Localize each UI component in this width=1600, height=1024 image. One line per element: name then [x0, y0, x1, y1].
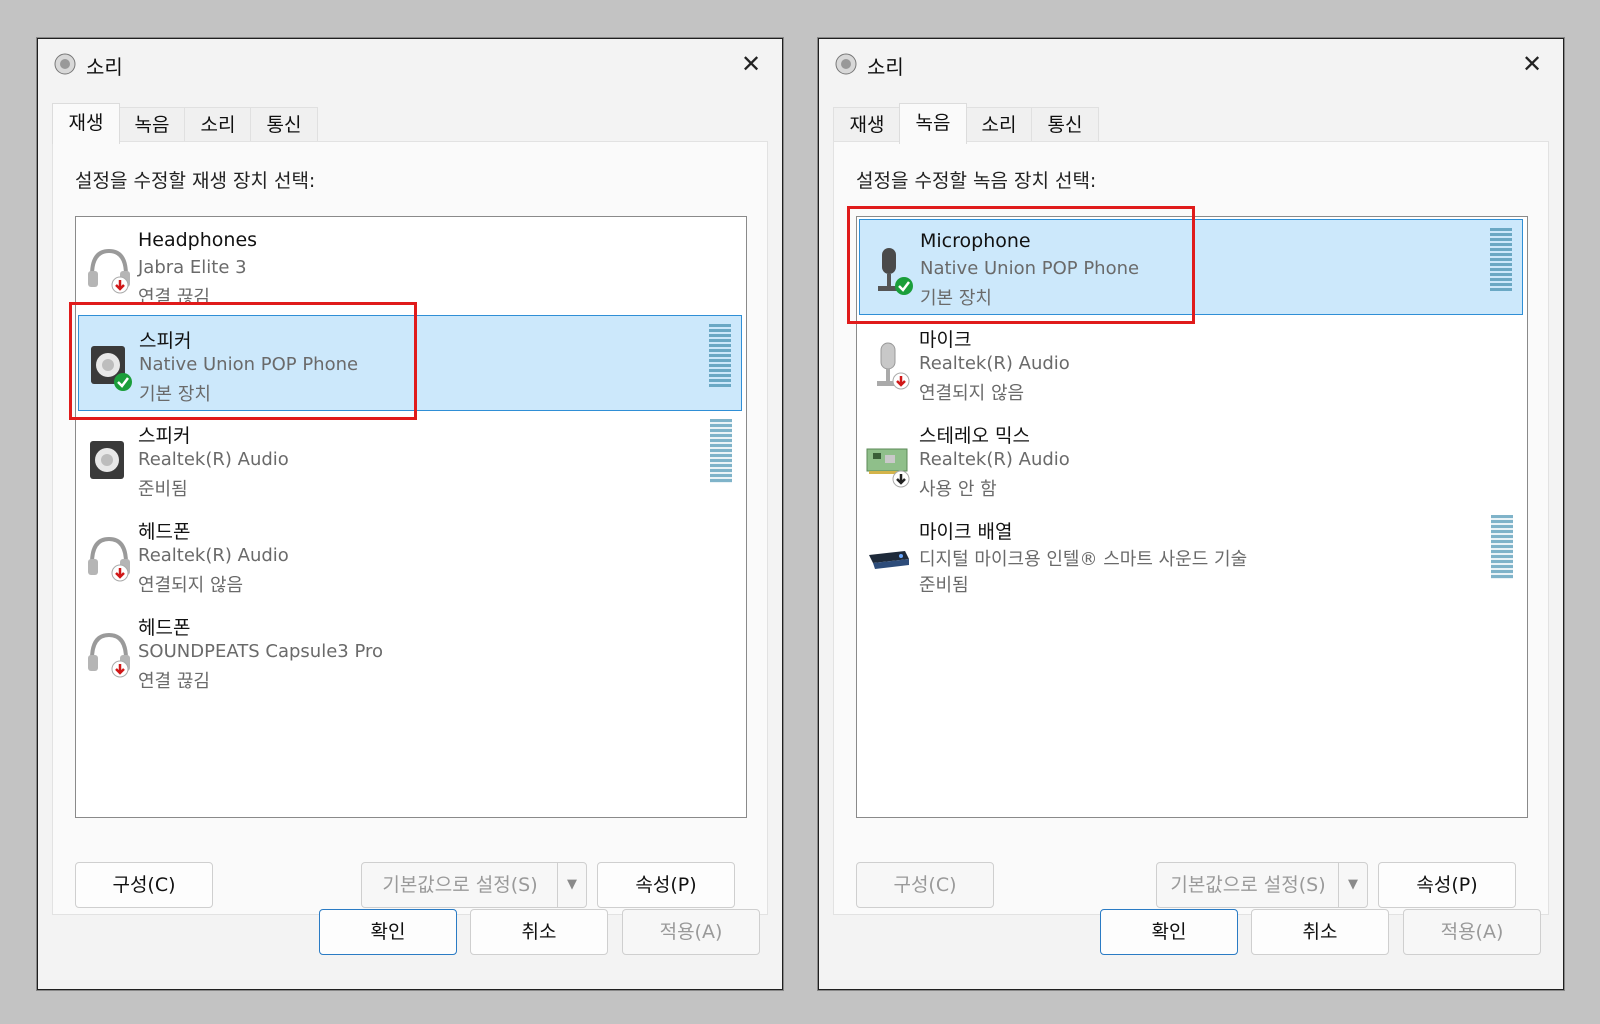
device-status: 연결되지 않음	[138, 575, 244, 596]
device-status: 준비됨	[919, 575, 969, 596]
level-meter	[1490, 228, 1512, 292]
device-item-headphones-soundpeats[interactable]: 헤드폰 SOUNDPEATS Capsule3 Pro 연결 끊김	[78, 603, 742, 699]
tab-communications[interactable]: 통신	[1031, 107, 1099, 142]
set-default-label: 기본값으로 설정(S)	[382, 874, 538, 896]
device-name: 헤드폰	[138, 521, 191, 543]
device-name: 헤드폰	[138, 617, 191, 639]
device-status: 연결 끊김	[138, 671, 210, 692]
level-meter	[710, 419, 732, 483]
device-item-microphone-pop-phone[interactable]: Microphone Native Union POP Phone 기본 장치	[859, 219, 1523, 315]
sound-dialog-playback: 소리 ✕ 재생 녹음 소리 통신 설정을 수정할 재생 장치 선택: Headp…	[37, 38, 783, 990]
tab-panel: 설정을 수정할 재생 장치 선택: Headphones Jabra Elite…	[52, 141, 768, 915]
tab-recording[interactable]: 녹음	[899, 103, 967, 144]
tab-communications[interactable]: 통신	[250, 107, 318, 142]
device-description: Native Union POP Phone	[139, 354, 359, 375]
device-name: 스테레오 믹스	[919, 425, 1030, 447]
device-list: Headphones Jabra Elite 3 연결 끊김 스피커 Nativ…	[75, 216, 747, 818]
device-status: 기본 장치	[139, 384, 211, 405]
device-description: Realtek(R) Audio	[138, 449, 289, 470]
speaker-app-icon	[54, 53, 76, 75]
apply-button[interactable]: 적용(A)	[1403, 909, 1541, 955]
close-button[interactable]: ✕	[734, 49, 768, 79]
device-description: SOUNDPEATS Capsule3 Pro	[138, 641, 383, 662]
device-name: 마이크 배열	[919, 521, 1013, 543]
properties-button[interactable]: 속성(P)	[1378, 862, 1516, 908]
device-name: 스피커	[139, 330, 192, 352]
device-status: 준비됨	[138, 479, 188, 500]
device-description: Realtek(R) Audio	[919, 449, 1070, 470]
chevron-down-icon[interactable]: ▼	[557, 863, 586, 907]
device-status: 사용 안 함	[919, 479, 997, 500]
set-default-label: 기본값으로 설정(S)	[1170, 874, 1326, 896]
title-bar[interactable]: 소리 ✕	[819, 39, 1563, 91]
device-status: 연결 끊김	[138, 287, 210, 308]
device-list: Microphone Native Union POP Phone 기본 장치 …	[856, 216, 1528, 818]
sound-card-icon	[866, 448, 910, 488]
tab-sounds[interactable]: 소리	[965, 107, 1033, 142]
headphones-icon	[88, 632, 130, 678]
device-description: Realtek(R) Audio	[919, 353, 1070, 374]
set-default-button[interactable]: 기본값으로 설정(S) ▼	[361, 862, 587, 908]
cancel-button[interactable]: 취소	[1251, 909, 1389, 955]
set-default-button[interactable]: 기본값으로 설정(S) ▼	[1156, 862, 1368, 908]
device-status: 기본 장치	[920, 288, 992, 309]
device-item-headphones-jabra[interactable]: Headphones Jabra Elite 3 연결 끊김	[78, 219, 742, 315]
device-name: Microphone	[920, 230, 1031, 252]
device-description: Native Union POP Phone	[920, 258, 1140, 279]
apply-button[interactable]: 적용(A)	[622, 909, 760, 955]
device-item-stereo-mix[interactable]: 스테레오 믹스 Realtek(R) Audio 사용 안 함	[859, 411, 1523, 507]
chevron-down-icon[interactable]: ▼	[1338, 863, 1367, 907]
instruction-label: 설정을 수정할 녹음 장치 선택:	[856, 170, 1097, 192]
cancel-button[interactable]: 취소	[470, 909, 608, 955]
mic-array-icon	[869, 551, 909, 569]
device-description: Realtek(R) Audio	[138, 545, 289, 566]
microphone-icon	[877, 342, 910, 390]
configure-button[interactable]: 구성(C)	[856, 862, 994, 908]
device-name: Headphones	[138, 229, 258, 251]
headphones-icon	[88, 248, 130, 294]
tab-sounds[interactable]: 소리	[184, 107, 252, 142]
device-description: 디지털 마이크용 인텔® 스마트 사운드 기술	[919, 549, 1248, 570]
tab-playback[interactable]: 재생	[833, 107, 901, 142]
configure-button[interactable]: 구성(C)	[75, 862, 213, 908]
ok-button[interactable]: 확인	[1100, 909, 1238, 955]
close-button[interactable]: ✕	[1515, 49, 1549, 79]
level-meter	[1491, 515, 1513, 579]
device-item-speaker-pop-phone[interactable]: 스피커 Native Union POP Phone 기본 장치	[78, 315, 742, 411]
device-item-speaker-realtek[interactable]: 스피커 Realtek(R) Audio 준비됨	[78, 411, 742, 507]
instruction-label: 설정을 수정할 재생 장치 선택:	[75, 170, 316, 192]
device-description: Jabra Elite 3	[138, 257, 247, 278]
tab-playback[interactable]: 재생	[52, 103, 120, 144]
device-status: 연결되지 않음	[919, 383, 1025, 404]
window-title: 소리	[867, 55, 904, 79]
properties-button[interactable]: 속성(P)	[597, 862, 735, 908]
window-title: 소리	[86, 55, 123, 79]
tab-recording[interactable]: 녹음	[118, 107, 186, 142]
speaker-app-icon	[835, 53, 857, 75]
speaker-icon	[90, 441, 124, 479]
sound-dialog-recording: 소리 ✕ 재생 녹음 소리 통신 설정을 수정할 녹음 장치 선택: Micro…	[818, 38, 1564, 990]
device-item-mic-array[interactable]: 마이크 배열 디지털 마이크용 인텔® 스마트 사운드 기술 준비됨	[859, 507, 1523, 603]
tab-panel: 설정을 수정할 녹음 장치 선택: Microphone Native Unio…	[833, 141, 1549, 915]
microphone-icon	[878, 248, 913, 295]
ok-button[interactable]: 확인	[319, 909, 457, 955]
headphones-icon	[88, 536, 130, 582]
speaker-icon	[91, 346, 132, 391]
device-item-microphone-realtek[interactable]: 마이크 Realtek(R) Audio 연결되지 않음	[859, 315, 1523, 411]
device-item-headphones-realtek[interactable]: 헤드폰 Realtek(R) Audio 연결되지 않음	[78, 507, 742, 603]
title-bar[interactable]: 소리 ✕	[38, 39, 782, 91]
device-name: 마이크	[919, 329, 972, 351]
device-name: 스피커	[138, 425, 191, 447]
level-meter	[709, 324, 731, 388]
